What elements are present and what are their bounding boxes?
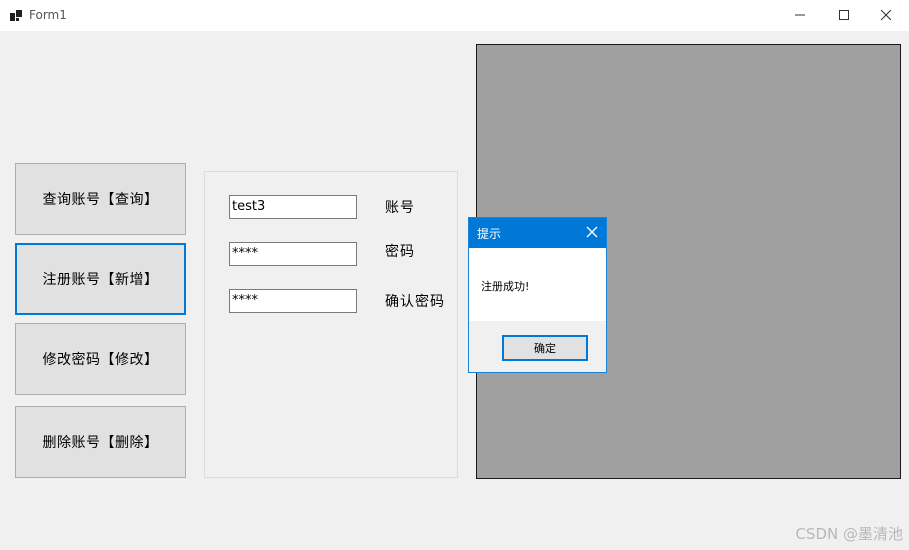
delete-account-button[interactable]: 删除账号【删除】 — [15, 406, 186, 478]
app-icon — [10, 10, 22, 21]
close-button[interactable] — [863, 0, 909, 31]
register-account-button[interactable]: 注册账号【新增】 — [15, 243, 186, 315]
dialog-title: 提示 — [477, 227, 502, 241]
minimize-button[interactable] — [777, 0, 823, 31]
modify-password-button[interactable]: 修改密码【修改】 — [15, 323, 186, 395]
query-account-button[interactable]: 查询账号【查询】 — [15, 163, 186, 235]
close-icon — [880, 9, 892, 21]
maximize-button[interactable] — [821, 0, 867, 31]
message-dialog: 提示 注册成功! 确定 — [468, 217, 607, 373]
dialog-footer: 确定 — [469, 321, 606, 372]
confirm-password-input[interactable]: **** — [229, 289, 357, 313]
watermark: CSDN @墨清池 — [795, 525, 903, 543]
confirm-password-label: 确认密码 — [385, 294, 445, 310]
close-icon — [586, 226, 598, 238]
maximize-icon — [839, 10, 849, 20]
minimize-icon — [795, 14, 805, 16]
password-input[interactable]: **** — [229, 242, 357, 266]
dialog-message: 注册成功! — [481, 280, 530, 293]
account-label: 账号 — [385, 200, 415, 216]
window-title: Form1 — [29, 8, 67, 22]
account-input[interactable]: test3 — [229, 195, 357, 219]
password-label: 密码 — [385, 244, 415, 260]
dialog-ok-button[interactable]: 确定 — [502, 335, 588, 361]
dialog-titlebar[interactable]: 提示 — [469, 218, 606, 248]
dialog-close-button[interactable] — [584, 224, 600, 240]
window-titlebar[interactable]: Form1 — [0, 0, 909, 31]
